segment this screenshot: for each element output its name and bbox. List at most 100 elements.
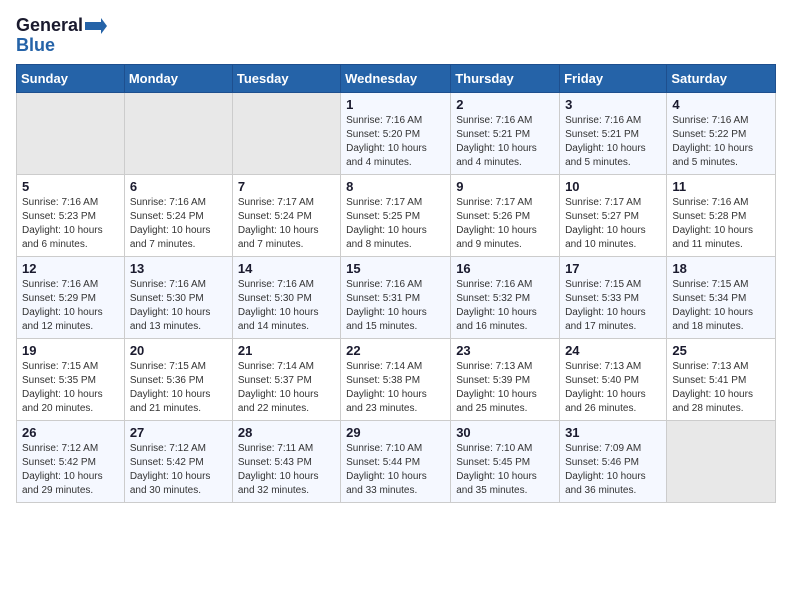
calendar-cell: 4Sunrise: 7:16 AM Sunset: 5:22 PM Daylig… (667, 92, 776, 174)
day-number: 7 (238, 179, 335, 194)
day-number: 2 (456, 97, 554, 112)
day-number: 5 (22, 179, 119, 194)
calendar-cell: 8 Sunrise: 7:17 AM Sunset: 5:25 PM Daylig… (341, 174, 451, 256)
calendar-cell (232, 92, 340, 174)
calendar-cell: 1 Sunrise: 7:16 AM Sunset: 5:20 PM Daylig… (341, 92, 451, 174)
calendar-week-row: 1 Sunrise: 7:16 AM Sunset: 5:20 PM Daylig… (17, 92, 776, 174)
calendar-week-row: 12 Sunrise: 7:16 AM Sunset: 5:29 PM Dayli… (17, 256, 776, 338)
day-info: Sunrise: 7:15 AM Sunset: 5:36 PM Dayligh… (130, 360, 227, 416)
calendar-cell: 5 Sunrise: 7:16 AM Sunset: 5:23 PM Daylig… (17, 174, 125, 256)
calendar-cell: 13Sunrise: 7:16 AM Sunset: 5:30 PM Dayli… (124, 256, 232, 338)
day-info: Sunrise: 7:12 AM Sunset: 5:42 PM Dayligh… (130, 442, 227, 498)
day-info: Sunrise: 7:14 AM Sunset: 5:37 PM Dayligh… (238, 360, 335, 416)
day-info: Sunrise: 7:15 AM Sunset: 5:33 PM Dayligh… (565, 278, 661, 334)
day-info: Sunrise: 7:16 AM Sunset: 5:29 PM Dayligh… (22, 278, 119, 334)
calendar-week-row: 5 Sunrise: 7:16 AM Sunset: 5:23 PM Daylig… (17, 174, 776, 256)
calendar-cell: 26 Sunrise: 7:12 AM Sunset: 5:42 PM Dayli… (17, 420, 125, 502)
day-info: Sunrise: 7:13 AM Sunset: 5:39 PM Dayligh… (456, 360, 554, 416)
day-info: Sunrise: 7:16 AM Sunset: 5:24 PM Dayligh… (130, 196, 227, 252)
logo-general: General (16, 16, 83, 36)
day-number: 21 (238, 343, 335, 358)
calendar-cell: 15 Sunrise: 7:16 AM Sunset: 5:31 PM Dayli… (341, 256, 451, 338)
day-info: Sunrise: 7:16 AM Sunset: 5:21 PM Dayligh… (565, 114, 661, 170)
page-header: General Blue (16, 16, 776, 56)
calendar-cell: 27 Sunrise: 7:12 AM Sunset: 5:42 PM Dayli… (124, 420, 232, 502)
day-number: 6 (130, 179, 227, 194)
day-info: Sunrise: 7:17 AM Sunset: 5:24 PM Dayligh… (238, 196, 335, 252)
weekday-header-cell: Friday (560, 64, 667, 92)
day-number: 27 (130, 425, 227, 440)
day-info: Sunrise: 7:16 AM Sunset: 5:20 PM Dayligh… (346, 114, 445, 170)
day-number: 15 (346, 261, 445, 276)
day-info: Sunrise: 7:14 AM Sunset: 5:38 PM Dayligh… (346, 360, 445, 416)
day-number: 22 (346, 343, 445, 358)
calendar-cell: 20 Sunrise: 7:15 AM Sunset: 5:36 PM Dayli… (124, 338, 232, 420)
calendar-week-row: 19 Sunrise: 7:15 AM Sunset: 5:35 PM Dayli… (17, 338, 776, 420)
weekday-header-cell: Wednesday (341, 64, 451, 92)
day-number: 23 (456, 343, 554, 358)
weekday-header-cell: Tuesday (232, 64, 340, 92)
day-number: 25 (672, 343, 770, 358)
calendar-cell (124, 92, 232, 174)
calendar-cell: 6 Sunrise: 7:16 AM Sunset: 5:24 PM Daylig… (124, 174, 232, 256)
calendar-cell: 9 Sunrise: 7:17 AM Sunset: 5:26 PM Daylig… (451, 174, 560, 256)
calendar-cell: 28 Sunrise: 7:11 AM Sunset: 5:43 PM Dayli… (232, 420, 340, 502)
day-info: Sunrise: 7:16 AM Sunset: 5:21 PM Dayligh… (456, 114, 554, 170)
calendar-cell: 24Sunrise: 7:13 AM Sunset: 5:40 PM Dayli… (560, 338, 667, 420)
calendar-cell: 22 Sunrise: 7:14 AM Sunset: 5:38 PM Dayli… (341, 338, 451, 420)
calendar-table: SundayMondayTuesdayWednesdayThursdayFrid… (16, 64, 776, 503)
day-number: 8 (346, 179, 445, 194)
day-number: 29 (346, 425, 445, 440)
day-number: 26 (22, 425, 119, 440)
day-number: 10 (565, 179, 661, 194)
day-info: Sunrise: 7:16 AM Sunset: 5:28 PM Dayligh… (672, 196, 770, 252)
day-number: 20 (130, 343, 227, 358)
calendar-cell: 2 Sunrise: 7:16 AM Sunset: 5:21 PM Daylig… (451, 92, 560, 174)
day-number: 16 (456, 261, 554, 276)
day-info: Sunrise: 7:15 AM Sunset: 5:35 PM Dayligh… (22, 360, 119, 416)
weekday-header-cell: Monday (124, 64, 232, 92)
calendar-cell: 23 Sunrise: 7:13 AM Sunset: 5:39 PM Dayli… (451, 338, 560, 420)
weekday-header-row: SundayMondayTuesdayWednesdayThursdayFrid… (17, 64, 776, 92)
day-number: 19 (22, 343, 119, 358)
day-info: Sunrise: 7:11 AM Sunset: 5:43 PM Dayligh… (238, 442, 335, 498)
day-number: 30 (456, 425, 554, 440)
day-info: Sunrise: 7:17 AM Sunset: 5:26 PM Dayligh… (456, 196, 554, 252)
day-info: Sunrise: 7:16 AM Sunset: 5:32 PM Dayligh… (456, 278, 554, 334)
day-info: Sunrise: 7:13 AM Sunset: 5:41 PM Dayligh… (672, 360, 770, 416)
day-info: Sunrise: 7:12 AM Sunset: 5:42 PM Dayligh… (22, 442, 119, 498)
calendar-cell: 25 Sunrise: 7:13 AM Sunset: 5:41 PM Dayli… (667, 338, 776, 420)
day-info: Sunrise: 7:10 AM Sunset: 5:45 PM Dayligh… (456, 442, 554, 498)
calendar-cell: 7 Sunrise: 7:17 AM Sunset: 5:24 PM Daylig… (232, 174, 340, 256)
calendar-cell (667, 420, 776, 502)
logo: General Blue (16, 16, 107, 56)
calendar-cell: 19 Sunrise: 7:15 AM Sunset: 5:35 PM Dayli… (17, 338, 125, 420)
day-number: 17 (565, 261, 661, 276)
calendar-body: 1 Sunrise: 7:16 AM Sunset: 5:20 PM Daylig… (17, 92, 776, 502)
day-number: 18 (672, 261, 770, 276)
calendar-cell: 18Sunrise: 7:15 AM Sunset: 5:34 PM Dayli… (667, 256, 776, 338)
calendar-cell: 3 Sunrise: 7:16 AM Sunset: 5:21 PM Daylig… (560, 92, 667, 174)
day-number: 14 (238, 261, 335, 276)
logo-arrow-icon (85, 18, 107, 34)
day-number: 28 (238, 425, 335, 440)
day-number: 9 (456, 179, 554, 194)
day-number: 3 (565, 97, 661, 112)
day-info: Sunrise: 7:13 AM Sunset: 5:40 PM Dayligh… (565, 360, 661, 416)
calendar-cell: 21 Sunrise: 7:14 AM Sunset: 5:37 PM Dayli… (232, 338, 340, 420)
calendar-cell: 29Sunrise: 7:10 AM Sunset: 5:44 PM Dayli… (341, 420, 451, 502)
day-number: 4 (672, 97, 770, 112)
day-info: Sunrise: 7:17 AM Sunset: 5:25 PM Dayligh… (346, 196, 445, 252)
calendar-cell: 11 Sunrise: 7:16 AM Sunset: 5:28 PM Dayli… (667, 174, 776, 256)
day-info: Sunrise: 7:16 AM Sunset: 5:31 PM Dayligh… (346, 278, 445, 334)
day-info: Sunrise: 7:09 AM Sunset: 5:46 PM Dayligh… (565, 442, 661, 498)
logo-blue: Blue (16, 36, 107, 56)
calendar-cell: 17 Sunrise: 7:15 AM Sunset: 5:33 PM Dayli… (560, 256, 667, 338)
day-number: 11 (672, 179, 770, 194)
day-info: Sunrise: 7:16 AM Sunset: 5:23 PM Dayligh… (22, 196, 119, 252)
day-number: 1 (346, 97, 445, 112)
day-number: 13 (130, 261, 227, 276)
day-info: Sunrise: 7:16 AM Sunset: 5:30 PM Dayligh… (238, 278, 335, 334)
calendar-cell: 16 Sunrise: 7:16 AM Sunset: 5:32 PM Dayli… (451, 256, 560, 338)
day-number: 12 (22, 261, 119, 276)
